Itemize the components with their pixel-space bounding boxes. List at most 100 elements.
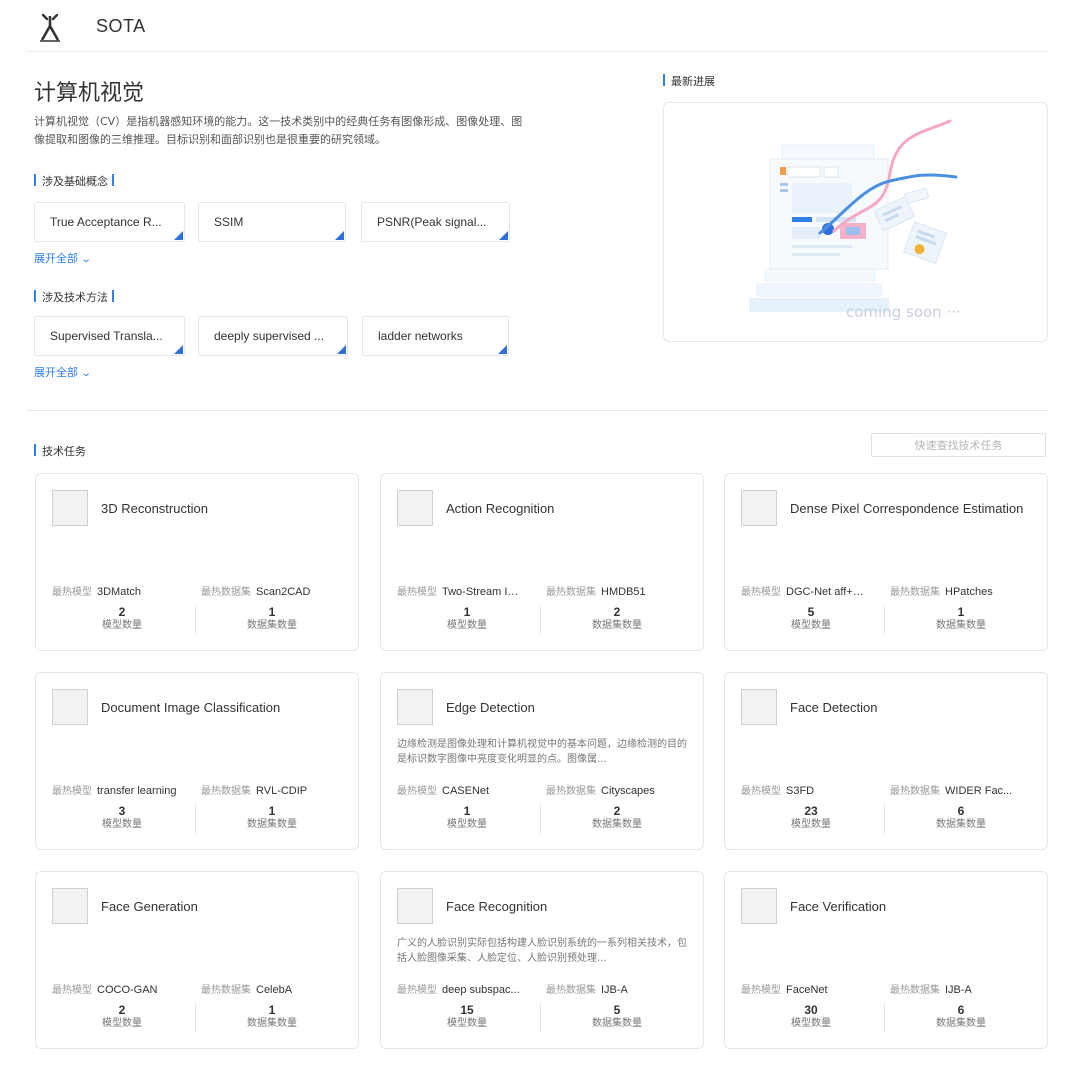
chevron-down-icon: ⌄	[80, 254, 92, 265]
chevron-down-icon: ⌄	[80, 368, 92, 379]
top-dataset-value[interactable]: RVL-CDIP	[256, 785, 307, 797]
chip-corner-icon	[337, 345, 346, 354]
dataset-count-label: 数据集数量	[936, 819, 986, 830]
header-divider	[26, 51, 1048, 52]
top-dataset: 最热数据集 Scan2CAD	[201, 583, 310, 598]
top-model-value[interactable]: transfer learning	[97, 785, 177, 797]
dataset-count-stat: 1 数据集数量	[200, 804, 344, 832]
task-title[interactable]: Edge Detection	[446, 673, 694, 741]
method-chip[interactable]: ladder networks	[362, 316, 509, 356]
top-dataset-value[interactable]: IJB-A	[945, 984, 972, 996]
section-divider	[26, 410, 1048, 411]
model-count-label: 模型数量	[102, 620, 142, 631]
top-dataset: 最热数据集 Cityscapes	[546, 782, 655, 797]
task-card-document-image-classification[interactable]: Document Image Classification 最热模型 transf…	[35, 672, 359, 850]
top-model-value[interactable]: Two-Stream I3D	[442, 586, 520, 598]
task-card-dense-pixel-correspondence[interactable]: Dense Pixel Correspondence Estimation 最热…	[724, 473, 1048, 651]
task-title[interactable]: Dense Pixel Correspondence Estimation	[790, 474, 1038, 542]
methods-section-label: 涉及技术方法	[34, 289, 114, 305]
model-count-label: 模型数量	[447, 1018, 487, 1029]
page-description: 计算机视觉（CV）是指机器感知环境的能力。这一技术类别中的经典任务有图像形成、图…	[34, 115, 523, 146]
task-title[interactable]: Face Verification	[790, 872, 1038, 940]
task-card-face-generation[interactable]: Face Generation 最热模型 COCO-GAN 最热数据集 CelebA…	[35, 871, 359, 1049]
dataset-count-label: 数据集数量	[936, 1018, 986, 1029]
chip-label: SSIM	[214, 215, 244, 229]
task-card-face-detection[interactable]: Face Detection 最热模型 S3FD 最热数据集 WIDER Fac..…	[724, 672, 1048, 850]
concepts-label-text: 涉及基础概念	[42, 175, 108, 188]
coming-soon-illustration: coming soon ···	[749, 119, 961, 321]
model-count-label: 模型数量	[791, 819, 831, 830]
task-title[interactable]: Face Detection	[790, 673, 1038, 741]
top-bar: SOTA	[0, 0, 1080, 52]
top-model-value[interactable]: deep subspac...	[442, 984, 520, 996]
task-title[interactable]: Face Recognition	[446, 872, 694, 940]
top-model-key: 最热模型	[52, 587, 92, 598]
concept-chip[interactable]: SSIM	[198, 202, 346, 242]
top-dataset: 最热数据集 RVL-CDIP	[201, 782, 307, 797]
top-dataset-value[interactable]: HPatches	[945, 586, 993, 598]
method-chip[interactable]: deeply supervised ...	[198, 316, 348, 356]
top-model-value[interactable]: CASENet	[442, 785, 489, 797]
task-thumbnail	[397, 888, 433, 924]
chip-label: Supervised Transla...	[50, 329, 163, 343]
dataset-count-stat: 6 数据集数量	[889, 1003, 1033, 1031]
top-dataset-value[interactable]: Scan2CAD	[256, 586, 310, 598]
top-dataset: 最热数据集 HPatches	[890, 583, 993, 598]
stat-divider	[884, 1003, 885, 1033]
top-dataset-value[interactable]: IJB-A	[601, 984, 628, 996]
task-description: 广义的人脸识别实际包括构建人脸识别系统的一系列相关技术，包括人脸图像采集、人脸定…	[397, 938, 687, 964]
top-dataset-value[interactable]: Cityscapes	[601, 785, 655, 797]
top-model-value[interactable]: 3DMatch	[97, 586, 141, 598]
task-card-edge-detection[interactable]: Edge Detection 边缘检测是图像处理和计算机视觉中的基本问题，边缘检…	[380, 672, 704, 850]
task-card-action-recognition[interactable]: Action Recognition 最热模型 Two-Stream I3D 最热…	[380, 473, 704, 651]
task-thumbnail	[741, 490, 777, 526]
top-dataset-key: 最热数据集	[890, 786, 940, 797]
label-tail-marker	[112, 174, 114, 186]
top-model-key: 最热模型	[741, 587, 781, 598]
top-dataset-value[interactable]: CelebA	[256, 984, 292, 996]
top-dataset-value[interactable]: HMDB51	[601, 586, 646, 598]
dataset-count-stat: 6 数据集数量	[889, 804, 1033, 832]
model-count-stat: 1 模型数量	[395, 804, 539, 832]
model-count-stat: 3 模型数量	[50, 804, 194, 832]
brand-name[interactable]: SOTA	[96, 16, 146, 37]
dataset-count-label: 数据集数量	[247, 819, 297, 830]
dataset-count-stat: 5 数据集数量	[545, 1003, 689, 1031]
task-title[interactable]: Action Recognition	[446, 474, 694, 542]
stat-divider	[195, 1003, 196, 1033]
news-label-text: 最新进展	[671, 75, 715, 88]
top-model: 最热模型 Two-Stream I3D	[397, 583, 520, 598]
stat-divider	[540, 804, 541, 834]
method-chip[interactable]: Supervised Transla...	[34, 316, 185, 356]
top-model-value[interactable]: S3FD	[786, 785, 814, 797]
model-count: 1	[463, 804, 471, 818]
label-tail-marker	[112, 290, 114, 302]
sota-logo-icon[interactable]	[38, 12, 62, 44]
concepts-expand-all-link[interactable]: 展开全部 ⌄	[34, 250, 92, 266]
task-card-face-verification[interactable]: Face Verification 最热模型 FaceNet 最热数据集 IJB-A…	[724, 871, 1048, 1049]
top-dataset-key: 最热数据集	[546, 786, 596, 797]
top-model-value[interactable]: COCO-GAN	[97, 984, 158, 996]
task-search-input[interactable]	[871, 433, 1046, 457]
task-card-face-recognition[interactable]: Face Recognition 广义的人脸识别实际包括构建人脸识别系统的一系列…	[380, 871, 704, 1049]
concept-chip[interactable]: PSNR(Peak signal...	[361, 202, 510, 242]
dataset-count-stat: 2 数据集数量	[545, 605, 689, 633]
methods-expand-all-link[interactable]: 展开全部 ⌄	[34, 364, 92, 380]
top-dataset-value[interactable]: WIDER Fac...	[945, 785, 1012, 797]
task-thumbnail	[52, 888, 88, 924]
chip-label: PSNR(Peak signal...	[377, 215, 487, 229]
task-title[interactable]: Document Image Classification	[101, 673, 349, 741]
top-dataset: 最热数据集 IJB-A	[890, 981, 972, 996]
top-model-value[interactable]: DGC-Net aff+t...	[786, 586, 864, 598]
concept-chip[interactable]: True Acceptance R...	[34, 202, 185, 242]
top-dataset: 最热数据集 HMDB51	[546, 583, 646, 598]
top-model: 最热模型 FaceNet	[741, 981, 828, 996]
top-model-value[interactable]: FaceNet	[786, 984, 828, 996]
dataset-count-stat: 1 数据集数量	[200, 1003, 344, 1031]
task-card-3d-reconstruction[interactable]: 3D Reconstruction 最热模型 3DMatch 最热数据集 Scan2…	[35, 473, 359, 651]
model-count-stat: 2 模型数量	[50, 1003, 194, 1031]
tasks-section-label: 技术任务	[34, 443, 86, 459]
task-title[interactable]: Face Generation	[101, 872, 349, 940]
task-title[interactable]: 3D Reconstruction	[101, 474, 349, 542]
dataset-count-label: 数据集数量	[936, 620, 986, 631]
